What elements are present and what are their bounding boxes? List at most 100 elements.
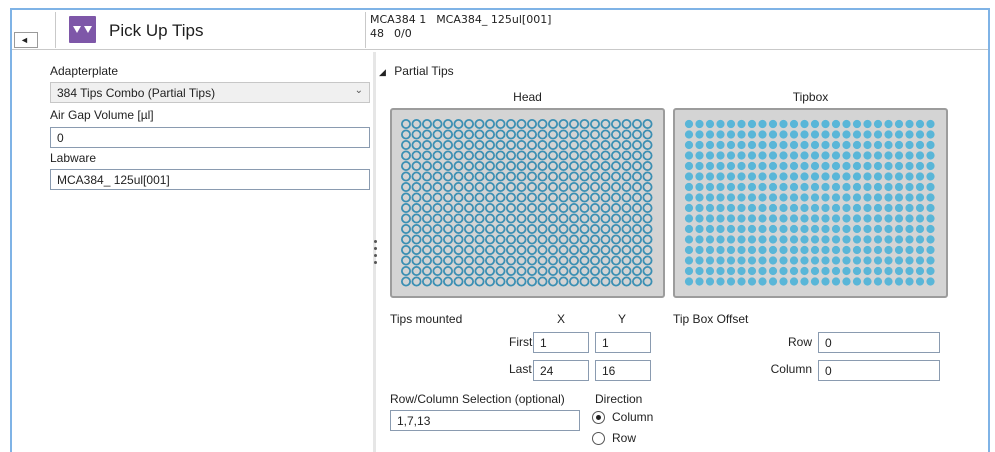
- head-tip-5-10[interactable]: [495, 161, 506, 172]
- tipbox-tip-7-19[interactable]: [873, 182, 883, 192]
- tipbox-tip-11-6[interactable]: [737, 224, 746, 234]
- head-tip-15-21[interactable]: [610, 265, 621, 276]
- tipbox-tip-16-23[interactable]: [915, 277, 925, 286]
- head-tip-5-24[interactable]: [642, 161, 653, 172]
- head-tip-7-21[interactable]: [610, 182, 621, 193]
- tipbox-tip-6-7[interactable]: [747, 172, 757, 181]
- tipbox-tip-11-20[interactable]: [884, 224, 893, 234]
- tipbox-tip-3-13[interactable]: [810, 140, 820, 150]
- tipbox-tip-3-15[interactable]: [831, 140, 841, 150]
- tipbox-tip-14-3[interactable]: [705, 256, 715, 265]
- head-tip-6-10[interactable]: [495, 171, 506, 182]
- tipbox-tip-6-21[interactable]: [894, 172, 904, 181]
- tipbox-tip-16-3[interactable]: [705, 277, 715, 286]
- head-tip-13-24[interactable]: [642, 245, 653, 256]
- head-tip-8-4[interactable]: [432, 192, 443, 203]
- tipbox-tip-5-7[interactable]: [747, 161, 757, 171]
- tipbox-tip-1-20[interactable]: [884, 119, 893, 129]
- head-tip-2-9[interactable]: [485, 129, 496, 140]
- head-tip-4-13[interactable]: [527, 150, 538, 161]
- tipbox-tip-7-12[interactable]: [800, 182, 809, 192]
- head-tip-16-1[interactable]: [401, 276, 411, 287]
- tipbox-tip-13-6[interactable]: [737, 245, 746, 255]
- head-tip-12-14[interactable]: [537, 234, 548, 245]
- tipbox-tip-13-5[interactable]: [726, 245, 736, 255]
- tipbox-tip-10-10[interactable]: [779, 214, 788, 223]
- tipbox-tip-5-22[interactable]: [905, 161, 914, 171]
- tipbox-tip-16-20[interactable]: [884, 277, 893, 286]
- head-tip-11-13[interactable]: [527, 224, 538, 235]
- tipbox-tip-14-14[interactable]: [821, 256, 830, 265]
- tipbox-tip-6-23[interactable]: [915, 172, 925, 181]
- tipbox-tip-14-20[interactable]: [884, 256, 893, 265]
- tipbox-tip-1-10[interactable]: [779, 119, 788, 129]
- tipbox-tip-15-16[interactable]: [842, 266, 851, 276]
- head-tip-13-9[interactable]: [485, 245, 496, 256]
- direction-radio-row[interactable]: Row: [590, 431, 660, 447]
- tipbox-tip-3-21[interactable]: [894, 140, 904, 150]
- head-tip-16-9[interactable]: [485, 276, 496, 287]
- head-tip-11-20[interactable]: [600, 224, 611, 235]
- tipbox-tip-12-24[interactable]: [926, 235, 935, 244]
- tipbox-tip-8-9[interactable]: [768, 193, 778, 202]
- tipbox-tip-7-3[interactable]: [705, 182, 715, 192]
- collapse-button[interactable]: ◄: [14, 32, 38, 48]
- head-tip-10-1[interactable]: [401, 213, 411, 224]
- head-tip-5-11[interactable]: [506, 161, 517, 172]
- tipbox-tip-10-17[interactable]: [852, 214, 862, 223]
- head-tip-6-2[interactable]: [411, 171, 422, 182]
- head-tip-14-2[interactable]: [411, 255, 422, 266]
- head-tip-3-18[interactable]: [579, 139, 590, 150]
- tipbox-tip-10-21[interactable]: [894, 214, 904, 223]
- tipbox-tip-15-8[interactable]: [758, 266, 767, 276]
- adapterplate-select[interactable]: 384 Tips Combo (Partial Tips) ⌄: [50, 82, 370, 103]
- head-tip-6-8[interactable]: [474, 171, 485, 182]
- tipbox-tip-6-6[interactable]: [737, 172, 746, 181]
- tipbox-tip-10-12[interactable]: [800, 214, 809, 223]
- head-tip-11-24[interactable]: [642, 224, 653, 235]
- head-tip-8-10[interactable]: [495, 192, 506, 203]
- head-tip-7-20[interactable]: [600, 182, 611, 193]
- tipbox-tip-12-10[interactable]: [779, 235, 788, 244]
- head-tip-3-15[interactable]: [547, 139, 558, 150]
- tipbox-tip-8-19[interactable]: [873, 193, 883, 202]
- head-tip-6-24[interactable]: [642, 171, 653, 182]
- tipbox-tip-2-19[interactable]: [873, 130, 883, 139]
- head-tip-6-4[interactable]: [432, 171, 443, 182]
- head-tip-14-4[interactable]: [432, 255, 443, 266]
- head-tip-6-5[interactable]: [443, 171, 454, 182]
- head-tip-4-21[interactable]: [610, 150, 621, 161]
- tipbox-tip-1-19[interactable]: [873, 119, 883, 129]
- head-tip-2-7[interactable]: [464, 129, 475, 140]
- tipbox-tip-11-18[interactable]: [863, 224, 872, 234]
- head-tip-3-11[interactable]: [506, 139, 517, 150]
- head-tip-12-11[interactable]: [506, 234, 517, 245]
- tipbox-tip-8-13[interactable]: [810, 193, 820, 202]
- tipbox-tip-4-15[interactable]: [831, 151, 841, 160]
- tipbox-tip-1-6[interactable]: [737, 119, 746, 129]
- tipbox-tip-11-16[interactable]: [842, 224, 851, 234]
- tipbox-tip-11-11[interactable]: [789, 224, 799, 234]
- tipbox-tip-5-14[interactable]: [821, 161, 830, 171]
- tipbox-tip-4-2[interactable]: [695, 151, 704, 160]
- head-tip-6-17[interactable]: [568, 171, 579, 182]
- head-tip-5-18[interactable]: [579, 161, 590, 172]
- tipbox-tip-9-1[interactable]: [684, 203, 694, 213]
- tipbox-tip-1-24[interactable]: [926, 119, 935, 129]
- tipbox-tip-9-13[interactable]: [810, 203, 820, 213]
- head-tip-14-17[interactable]: [568, 255, 579, 266]
- head-tip-8-13[interactable]: [527, 192, 538, 203]
- tipbox-tip-12-18[interactable]: [863, 235, 872, 244]
- tipbox-tip-9-8[interactable]: [758, 203, 767, 213]
- head-tip-9-7[interactable]: [464, 203, 475, 214]
- head-tip-6-11[interactable]: [506, 171, 517, 182]
- head-tip-11-10[interactable]: [495, 224, 506, 235]
- tipbox-tip-14-19[interactable]: [873, 256, 883, 265]
- head-tip-11-14[interactable]: [537, 224, 548, 235]
- tipbox-tip-5-4[interactable]: [716, 161, 725, 171]
- tipbox-tip-6-16[interactable]: [842, 172, 851, 181]
- tipbox-tip-9-11[interactable]: [789, 203, 799, 213]
- head-tip-11-8[interactable]: [474, 224, 485, 235]
- tipbox-tip-10-11[interactable]: [789, 214, 799, 223]
- tipbox-tip-10-3[interactable]: [705, 214, 715, 223]
